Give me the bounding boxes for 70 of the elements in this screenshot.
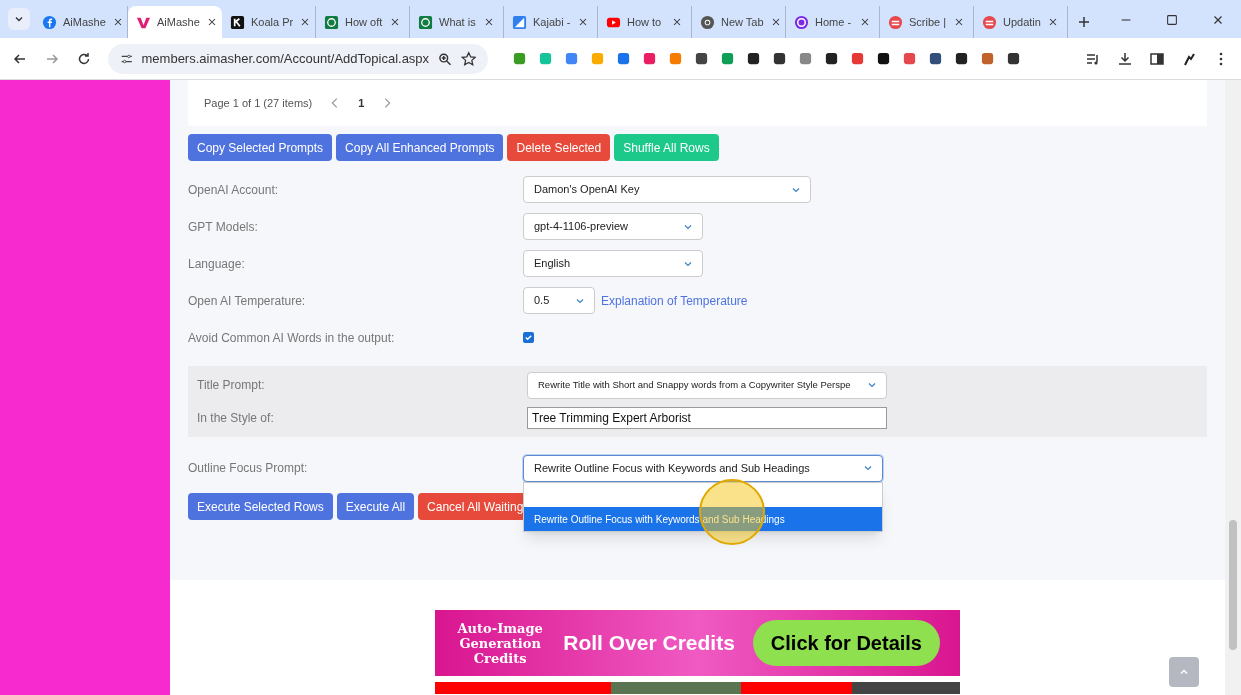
field-label: OpenAI Account: bbox=[188, 181, 280, 199]
download-icon[interactable] bbox=[1117, 50, 1133, 67]
checkbox[interactable] bbox=[523, 332, 534, 343]
field-label: Open AI Temperature: bbox=[188, 292, 307, 310]
extension-icon[interactable] bbox=[824, 51, 839, 66]
tab-title: How to bbox=[627, 14, 663, 30]
pager-summary: Page 1 of 1 (27 items) bbox=[204, 95, 313, 111]
dropdown-option[interactable]: Rewrite Outline Focus with Keywords and Sub Headings bbox=[524, 507, 882, 531]
side-panel-icon[interactable] bbox=[1149, 50, 1165, 67]
extension-icon[interactable] bbox=[694, 51, 709, 66]
reload-icon[interactable] bbox=[76, 50, 92, 67]
k-logo-icon bbox=[230, 14, 245, 30]
action-button[interactable]: Delete Selected bbox=[507, 134, 611, 161]
extension-icon[interactable] bbox=[928, 51, 943, 66]
select-field[interactable]: Rewrite Outline Focus with Keywords and Sub Headings bbox=[523, 454, 883, 482]
tab-title: What is bbox=[439, 14, 477, 30]
close-icon[interactable] bbox=[671, 16, 683, 28]
action-button[interactable]: Execute Selected Rows bbox=[188, 493, 333, 520]
select-field[interactable]: 0.5 bbox=[523, 287, 595, 314]
text-field[interactable]: Tree Trimming Expert Arborist bbox=[527, 407, 887, 429]
ring-logo-icon bbox=[418, 14, 433, 30]
tab-title: How oft bbox=[345, 14, 383, 30]
extension-icon[interactable] bbox=[954, 51, 969, 66]
banner-title: Roll Over Credits bbox=[563, 630, 735, 657]
field-label: In the Style of: bbox=[197, 410, 275, 427]
tab-title: Scribe | bbox=[909, 14, 947, 30]
action-button[interactable]: Copy All Enhanced Prompts bbox=[336, 134, 504, 161]
close-icon[interactable] bbox=[577, 16, 589, 28]
new-tab-icon[interactable] bbox=[1076, 14, 1092, 30]
extension-icon[interactable] bbox=[772, 51, 787, 66]
field-label: Outline Focus Prompt: bbox=[188, 460, 309, 477]
field-label: Language: bbox=[188, 255, 246, 273]
tab-title: Home - bbox=[815, 14, 853, 30]
action-button[interactable]: Execute All bbox=[336, 493, 415, 520]
tab-title: AiMashe bbox=[63, 14, 106, 30]
browser-tab[interactable]: AiMashe bbox=[128, 6, 222, 38]
tab-search-button[interactable] bbox=[8, 8, 30, 30]
close-icon[interactable] bbox=[483, 16, 495, 28]
select-field[interactable]: Rewrite Title with Short and Snappy words from a Copywriter Style Perspe bbox=[527, 371, 887, 399]
field-label: Title Prompt: bbox=[197, 377, 266, 394]
maximize-icon[interactable] bbox=[1165, 13, 1179, 27]
c-logo-icon bbox=[794, 14, 809, 30]
page-number[interactable]: 1 bbox=[358, 94, 365, 112]
tab-title: New Tab bbox=[721, 14, 764, 30]
details-button[interactable]: Click for Details bbox=[752, 620, 940, 666]
action-button[interactable]: Copy Selected Prompts bbox=[188, 134, 333, 161]
close-icon[interactable] bbox=[953, 16, 965, 28]
address-bar[interactable]: members.aimasher.com/Account/AddTopical.aspx bbox=[108, 43, 488, 74]
close-icon[interactable] bbox=[389, 16, 401, 28]
close-icon[interactable] bbox=[859, 16, 871, 28]
tab-title: AiMashe bbox=[157, 14, 200, 30]
tab-title: Koala Pr bbox=[251, 14, 294, 30]
close-icon[interactable] bbox=[1047, 16, 1059, 28]
select-field[interactable]: Damon's OpenAI Key bbox=[523, 176, 811, 203]
select-field[interactable]: gpt-4-1106-preview bbox=[523, 213, 703, 240]
tab-title: Updatin bbox=[1003, 14, 1041, 30]
zoom-icon[interactable] bbox=[437, 50, 453, 67]
field-label: GPT Models: bbox=[188, 218, 259, 236]
extension-icon[interactable] bbox=[746, 51, 761, 66]
scrollbar[interactable] bbox=[1225, 80, 1241, 695]
url-text: members.aimasher.com/Account/AddTopical.aspx bbox=[141, 49, 430, 68]
extension-icon[interactable] bbox=[1006, 51, 1021, 66]
extension-icon[interactable] bbox=[876, 51, 891, 66]
star-icon[interactable] bbox=[460, 50, 476, 67]
field-label: Avoid Common AI Words in the output: bbox=[188, 329, 396, 347]
ring-logo-icon bbox=[324, 14, 339, 30]
select-field[interactable]: English bbox=[523, 250, 703, 277]
tab-title: Kajabi - bbox=[533, 14, 571, 30]
banner-heading: Auto-Image Generation Credits bbox=[456, 620, 544, 666]
temperature-link[interactable]: Explanation of Temperature bbox=[601, 291, 748, 310]
